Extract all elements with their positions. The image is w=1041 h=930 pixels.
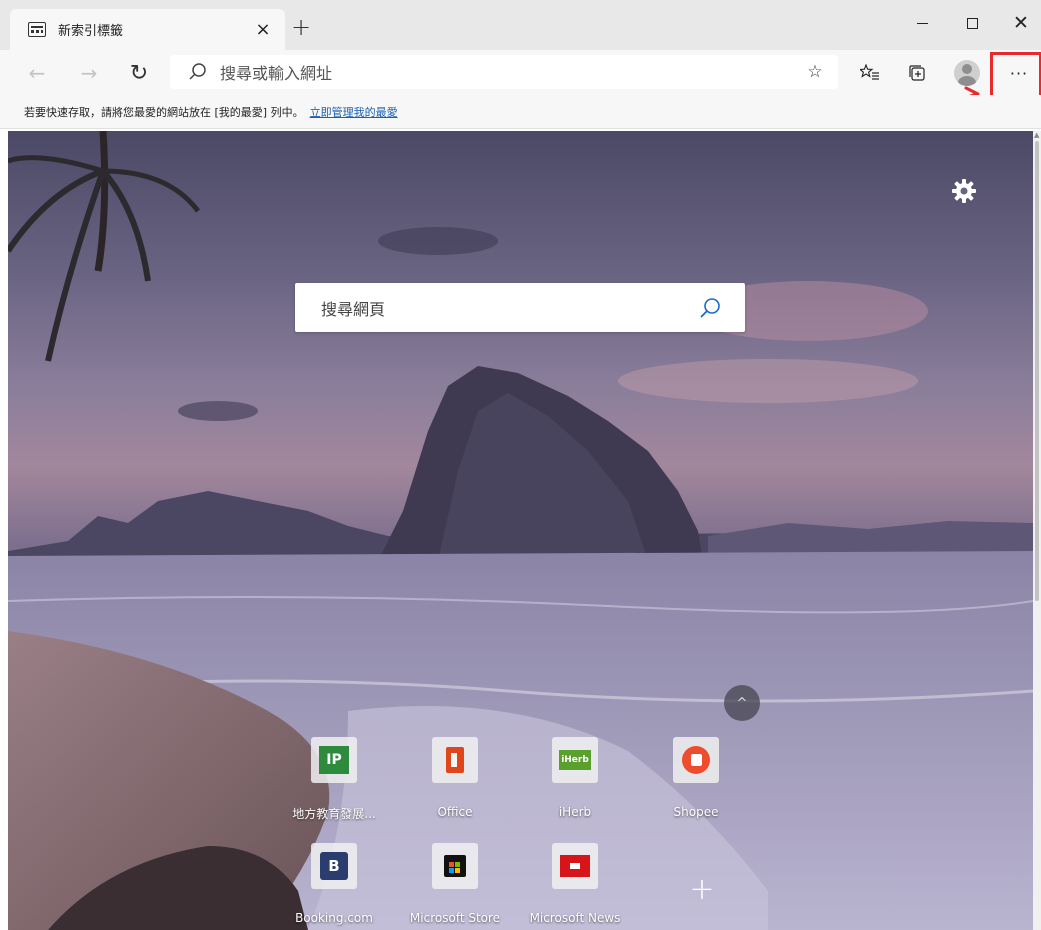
tile-label: iHerb bbox=[558, 805, 592, 819]
scroll-up-arrow-icon[interactable]: ▲ bbox=[1034, 131, 1039, 139]
tile-label: Microsoft Store bbox=[409, 911, 501, 925]
quick-link-tile[interactable]: Microsoft News bbox=[515, 837, 635, 930]
tab-close-button[interactable]: × bbox=[251, 19, 275, 40]
scroll-thumb[interactable] bbox=[1035, 141, 1039, 601]
tile-label: Office bbox=[437, 805, 473, 819]
new-tab-button[interactable]: + bbox=[288, 14, 314, 40]
tile-label: Microsoft News bbox=[529, 911, 621, 925]
page-settings-gear-icon[interactable] bbox=[950, 177, 978, 205]
browser-toolbar: ← → ↻ 搜尋或輸入網址 ☆ ··· bbox=[0, 50, 1041, 95]
tile-label: 地方教育發展... bbox=[292, 807, 376, 821]
new-tab-page: 搜尋網頁 ^ IP 地方教育發展... Office iHerb iHerb S… bbox=[8, 131, 1033, 930]
refresh-button[interactable]: ↻ bbox=[124, 58, 154, 88]
favorites-button[interactable] bbox=[855, 58, 885, 88]
tile-label: Shopee bbox=[673, 805, 719, 819]
web-search-box[interactable]: 搜尋網頁 bbox=[295, 283, 745, 332]
back-button[interactable]: ← bbox=[22, 58, 52, 88]
quick-link-tile[interactable]: iHerb iHerb bbox=[515, 731, 635, 831]
quick-link-tile[interactable]: B Booking.com bbox=[274, 837, 394, 930]
minimize-icon bbox=[916, 22, 928, 24]
favorites-hint-bar: 若要快速存取，請將您最愛的網站放在 [我的最愛] 列中。 立即管理我的最愛 bbox=[0, 95, 1041, 129]
tab-title: 新索引標籤 bbox=[58, 24, 124, 39]
forward-button[interactable]: → bbox=[74, 58, 104, 88]
window-minimize-button[interactable] bbox=[902, 8, 942, 38]
tile-label: Booking.com bbox=[295, 911, 373, 925]
ip-icon: IP bbox=[311, 737, 357, 783]
booking-icon: B bbox=[311, 843, 357, 889]
manage-favorites-link[interactable]: 立即管理我的最愛 bbox=[310, 104, 398, 120]
office-icon bbox=[432, 737, 478, 783]
quick-link-tile[interactable]: Shopee bbox=[636, 731, 756, 831]
address-bar[interactable]: 搜尋或輸入網址 ☆ bbox=[170, 55, 838, 89]
quick-link-tile[interactable]: Microsoft Store bbox=[395, 837, 515, 930]
search-icon bbox=[188, 62, 208, 82]
search-icon[interactable] bbox=[699, 297, 721, 319]
store-icon bbox=[432, 843, 478, 889]
iherb-icon: iHerb bbox=[552, 737, 598, 783]
favorites-hint-text: 若要快速存取，請將您最愛的網站放在 [我的最愛] 列中。 bbox=[24, 105, 304, 119]
window-maximize-button[interactable] bbox=[952, 8, 992, 38]
favorites-list-icon bbox=[860, 64, 879, 80]
address-placeholder: 搜尋或輸入網址 bbox=[220, 64, 333, 83]
title-bar: 新索引標籤 × + ✕ bbox=[0, 0, 1041, 50]
maximize-icon bbox=[966, 17, 978, 29]
add-quick-link-plus-icon[interactable]: + bbox=[684, 871, 720, 907]
shopee-icon bbox=[673, 737, 719, 783]
highlight-box-annotation bbox=[990, 52, 1041, 99]
add-favorite-star-icon[interactable]: ☆ bbox=[800, 62, 830, 82]
window-close-button[interactable]: ✕ bbox=[1001, 8, 1041, 38]
quick-link-tile[interactable]: Office bbox=[395, 731, 515, 831]
new-tab-favicon-icon bbox=[28, 22, 46, 37]
page-scrollbar[interactable]: ▲ bbox=[1033, 131, 1041, 930]
quick-link-tile[interactable]: IP 地方教育發展... bbox=[274, 731, 394, 831]
tab-new-tab[interactable]: 新索引標籤 × bbox=[10, 9, 285, 50]
web-search-placeholder: 搜尋網頁 bbox=[321, 299, 386, 319]
collections-icon bbox=[909, 65, 925, 81]
collapse-up-chevron-icon[interactable]: ^ bbox=[724, 685, 760, 721]
news-icon bbox=[552, 843, 598, 889]
